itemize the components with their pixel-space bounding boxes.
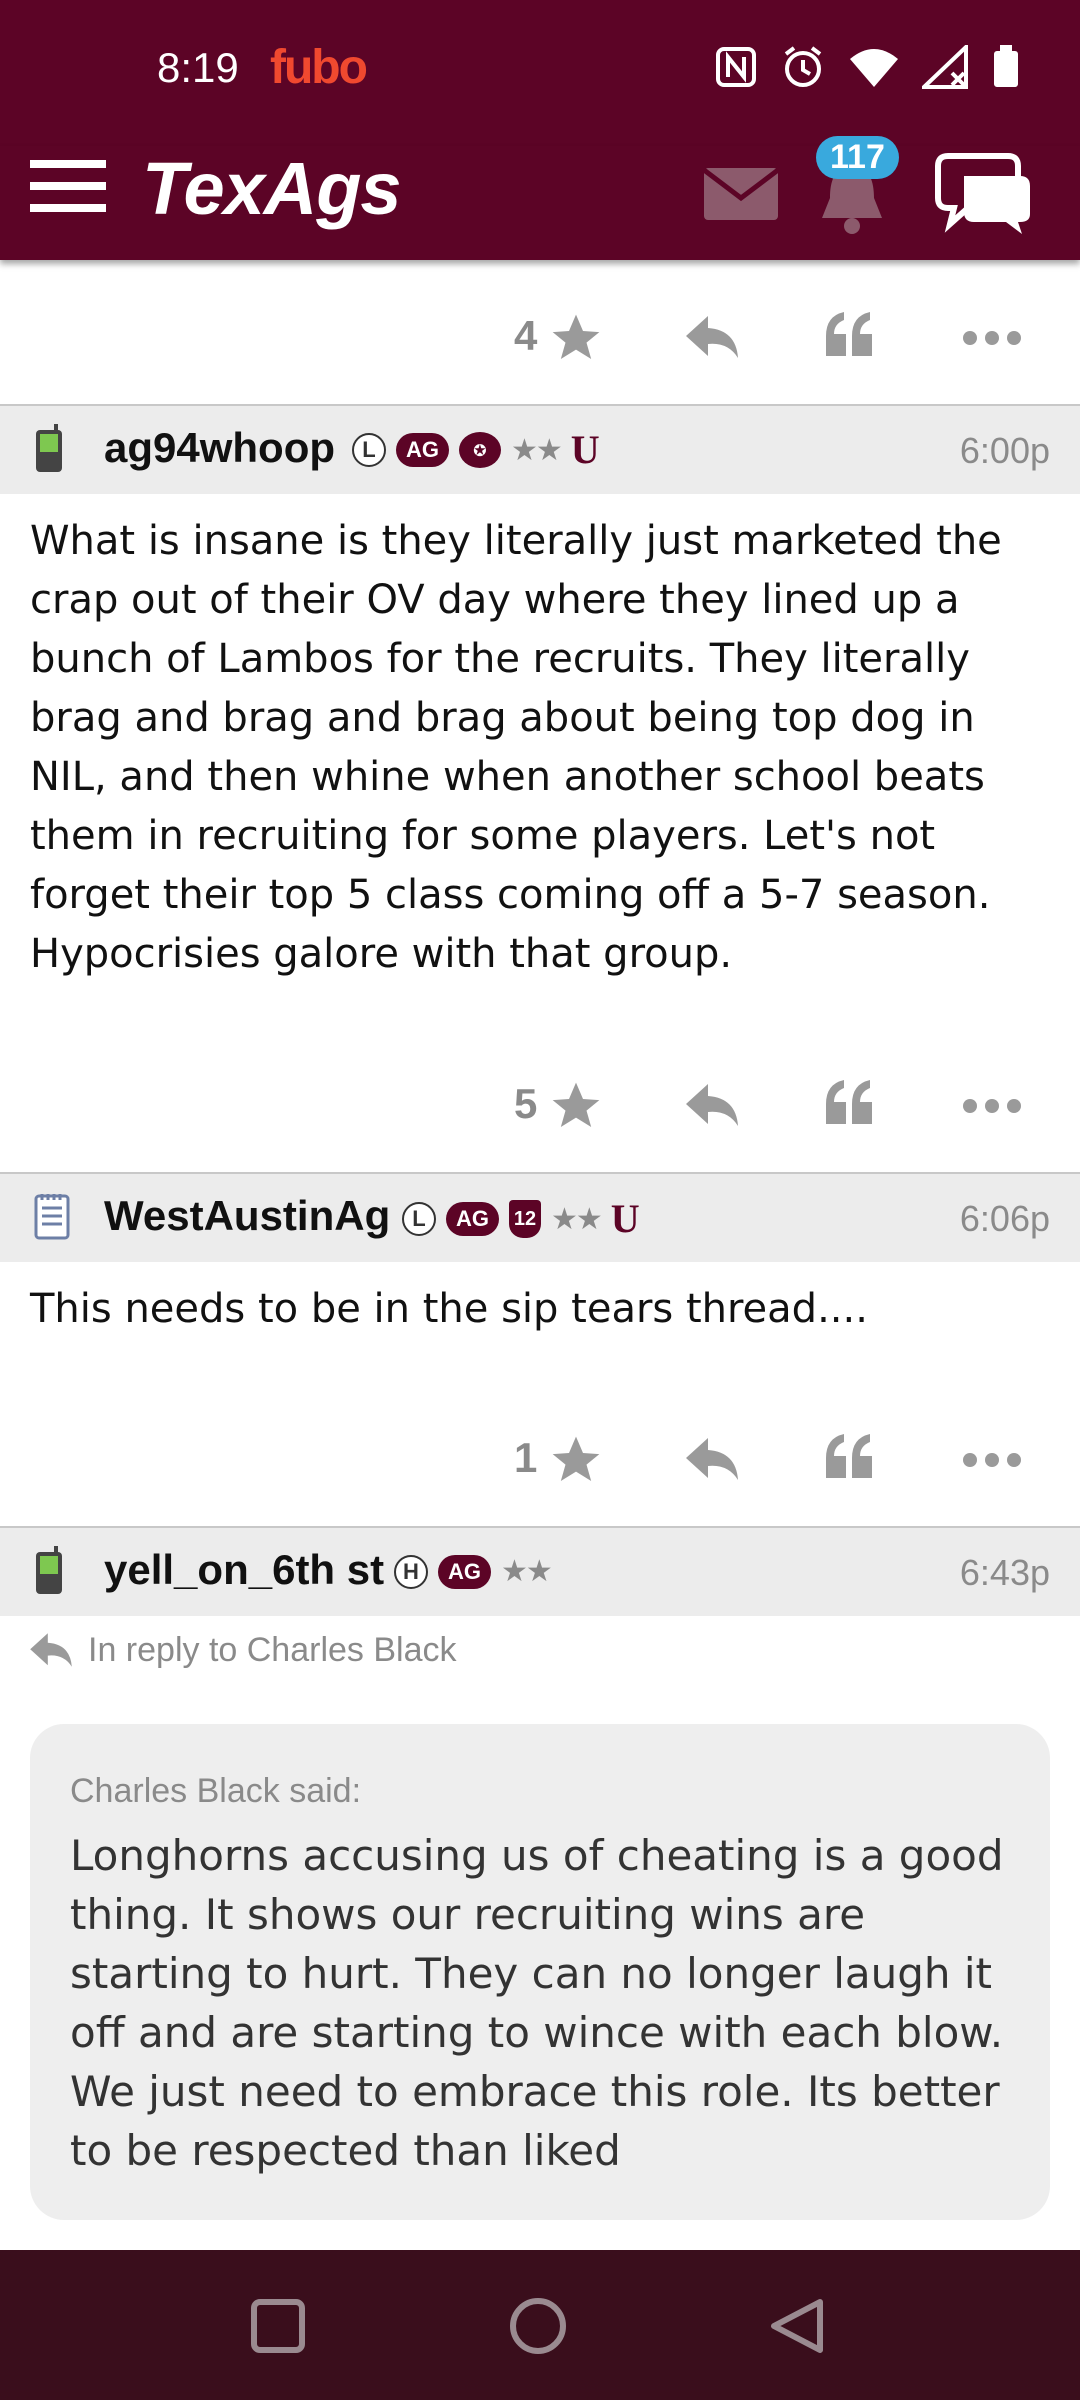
- wifi-icon: [850, 49, 898, 87]
- post-username[interactable]: yell_on_6th st: [104, 1546, 384, 1594]
- menu-icon[interactable]: [30, 156, 106, 216]
- reply-icon[interactable]: [684, 1434, 740, 1484]
- star-icon[interactable]: [548, 310, 604, 366]
- quote-icon[interactable]: [824, 1430, 876, 1482]
- post-header: yell_on_6th st H AG ★★ 6:43p: [0, 1526, 1080, 1616]
- badge-letter: H: [394, 1554, 428, 1589]
- badge-ag: AG: [446, 1202, 499, 1236]
- badge-ag: AG: [396, 433, 449, 467]
- badge-logo-icon: ✪: [459, 432, 501, 468]
- texags-logo[interactable]: TexAgs: [142, 146, 402, 231]
- nfc-icon: [716, 47, 756, 87]
- star-icon[interactable]: [548, 1432, 604, 1488]
- alarm-icon: [784, 46, 822, 87]
- post-actions: 1: [0, 1410, 1080, 1510]
- post-header: ag94whoop L AG ✪ ★★ U 6:00p: [0, 404, 1080, 494]
- quote-text: Longhorns accusing us of cheating is a g…: [70, 1831, 1004, 2175]
- post-actions: 5: [0, 1056, 1080, 1156]
- post-body: This needs to be in the sip tears thread…: [30, 1286, 868, 1332]
- badge-letter: L: [402, 1202, 436, 1236]
- notification-count-badge[interactable]: 117: [816, 136, 899, 179]
- in-reply-to-label: In reply to Charles Black: [88, 1630, 457, 1669]
- reply-icon: [30, 1633, 72, 1667]
- previous-post-text: liked: [30, 260, 119, 264]
- battery-icon: [994, 45, 1018, 87]
- user-badges: H AG ★★: [394, 1554, 553, 1589]
- fubo-notification-icon: fubo: [270, 41, 368, 94]
- thread-content: liked 4 ag94whoop L AG ✪ ★★ U 6:00p What…: [0, 260, 1080, 2250]
- badge-stars: ★★: [511, 432, 563, 468]
- quote-author: Charles Black said:: [70, 1772, 362, 1810]
- status-time: 8:19: [157, 44, 239, 91]
- post-time: 6:43p: [959, 1552, 1050, 1593]
- star-icon[interactable]: [548, 1078, 604, 1134]
- home-button-icon[interactable]: [508, 2296, 568, 2356]
- post-time: 6:06p: [959, 1198, 1050, 1239]
- post-username[interactable]: ag94whoop: [104, 424, 335, 472]
- user-badges: L AG ✪ ★★ U: [352, 427, 600, 472]
- post-header: WestAustinAg L AG 12 ★★ U 6:06p: [0, 1172, 1080, 1262]
- post-username[interactable]: WestAustinAg: [104, 1192, 390, 1240]
- star-count: 4: [514, 312, 538, 359]
- mobile-phone-icon: [36, 424, 62, 472]
- recents-button-icon[interactable]: [250, 2298, 306, 2354]
- more-options-icon[interactable]: [962, 1098, 1022, 1114]
- in-reply-to[interactable]: In reply to Charles Black: [28, 1630, 457, 1670]
- quoted-post: Charles Black said: Longhorns accusing u…: [30, 1724, 1050, 2220]
- badge-stars: ★★: [551, 1201, 603, 1237]
- star-count: 5: [514, 1080, 538, 1127]
- badge-u: U: [570, 427, 600, 472]
- badge-u: U: [610, 1196, 640, 1241]
- notepad-icon: [34, 1194, 70, 1240]
- status-icons: [714, 44, 1020, 90]
- quote-icon[interactable]: [824, 1076, 876, 1128]
- reply-icon[interactable]: [684, 1080, 740, 1130]
- quote-icon[interactable]: [824, 308, 876, 360]
- back-button-icon[interactable]: [768, 2296, 826, 2356]
- user-badges: L AG 12 ★★ U: [402, 1196, 640, 1241]
- status-bar: 8:19 fubo: [0, 0, 1080, 146]
- badge-stars: ★★: [501, 1554, 553, 1589]
- more-options-icon[interactable]: [962, 330, 1022, 346]
- star-count: 1: [514, 1434, 538, 1481]
- post-time: 6:00p: [959, 430, 1050, 471]
- post-body: What is insane is they literally just ma…: [30, 518, 1002, 977]
- badge-ag: AG: [438, 1554, 491, 1589]
- badge-letter: L: [352, 433, 386, 467]
- more-options-icon[interactable]: [962, 1452, 1022, 1468]
- signal-icon: [922, 45, 968, 89]
- system-nav-bar: [0, 2250, 1080, 2400]
- reply-icon[interactable]: [684, 312, 740, 362]
- mobile-phone-icon: [36, 1546, 62, 1594]
- app-bar: TexAgs 117: [0, 136, 1080, 260]
- mail-icon[interactable]: [704, 168, 778, 220]
- badge-shield: 12: [509, 1200, 541, 1238]
- chat-icon[interactable]: [934, 152, 1034, 236]
- post-actions: 4: [0, 288, 1080, 388]
